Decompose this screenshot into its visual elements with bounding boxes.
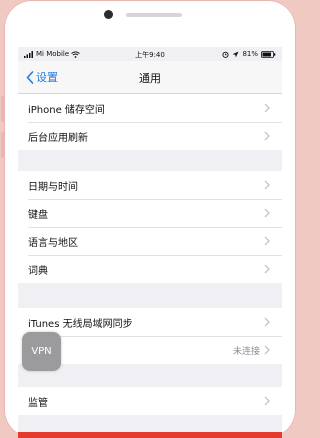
settings-group-storage: iPhone 储存空间 后台应用刷新	[18, 94, 282, 150]
chevron-right-icon	[264, 131, 270, 141]
navigation-bar: 设置 通用	[18, 61, 282, 94]
chevron-right-icon	[264, 208, 270, 218]
row-label: 后台应用刷新	[28, 132, 88, 144]
row-label: iPhone 储存空间	[28, 104, 105, 116]
volume-up-button	[1, 96, 4, 122]
row-label: iTunes 无线局域网同步	[28, 318, 133, 330]
status-bar: Mi Mobile 上午9:40 81%	[18, 47, 282, 61]
settings-group-input: 日期与时间 键盘 语言与地区 词典	[18, 171, 282, 283]
vpn-status-value: 未连接	[232, 346, 260, 357]
row-label: 日期与时间	[28, 181, 78, 193]
earpiece-speaker	[126, 13, 182, 17]
background-app-refresh-row[interactable]: 后台应用刷新	[18, 122, 282, 150]
chevron-right-icon	[264, 180, 270, 190]
chevron-right-icon	[264, 396, 270, 406]
keyboard-row[interactable]: 键盘	[18, 199, 282, 227]
row-label: 词典	[28, 265, 48, 277]
front-camera	[104, 10, 113, 19]
iphone-storage-row[interactable]: iPhone 储存空间	[18, 94, 282, 122]
row-label: 键盘	[28, 209, 48, 221]
volume-down-button	[1, 132, 4, 158]
chevron-right-icon	[264, 236, 270, 246]
vpn-badge: VPN	[22, 332, 61, 371]
chevron-right-icon	[264, 345, 270, 355]
dictionary-row[interactable]: 词典	[18, 255, 282, 283]
alarm-icon	[222, 51, 229, 58]
chevron-right-icon	[264, 103, 270, 113]
row-label: 监管	[28, 397, 48, 409]
location-icon	[232, 51, 239, 57]
page-title: 通用	[139, 72, 161, 85]
supervision-row[interactable]: 监管	[18, 387, 282, 415]
chevron-right-icon	[264, 317, 270, 327]
battery-percent: 81%	[242, 50, 258, 58]
language-region-row[interactable]: 语言与地区	[18, 227, 282, 255]
battery-icon	[261, 50, 276, 58]
row-label: 语言与地区	[28, 237, 78, 249]
bottom-accent-bar	[18, 432, 282, 438]
screen: Mi Mobile 上午9:40 81% 设置 通用 iPhone 储存空间 后…	[18, 47, 282, 438]
date-time-row[interactable]: 日期与时间	[18, 171, 282, 199]
chevron-right-icon	[264, 264, 270, 274]
settings-group-management: 监管	[18, 387, 282, 415]
itunes-wifi-sync-row[interactable]: iTunes 无线局域网同步	[18, 308, 282, 336]
